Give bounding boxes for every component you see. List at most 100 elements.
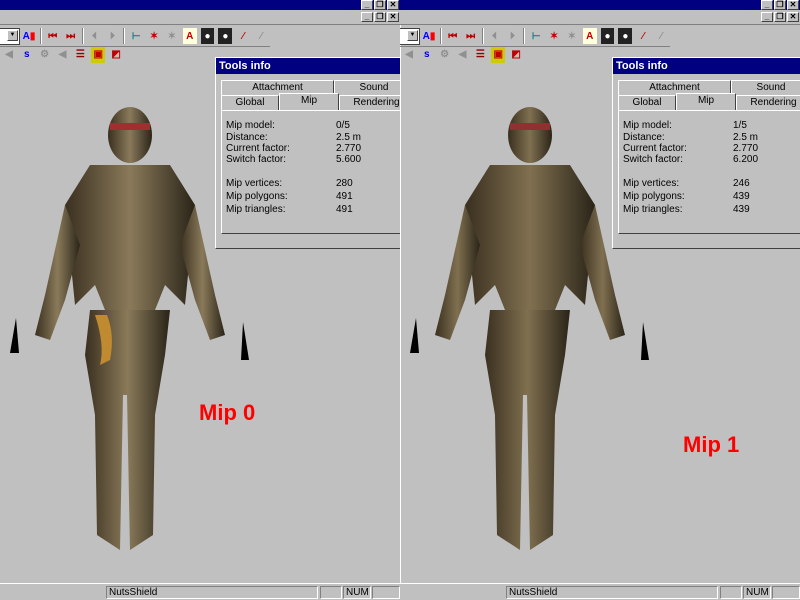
doc-restore-button[interactable]: ❐ [374,12,386,22]
sphere-remove-icon[interactable]: ● [218,28,233,44]
skeleton-icon[interactable]: s [20,47,34,63]
status-cell-empty [372,586,400,599]
minimize-button[interactable]: _ [361,0,373,10]
axis-tool-icon[interactable]: ⊢ [529,28,543,44]
tools-info-title: Tools info [613,58,800,74]
marker-icon [241,322,249,360]
shape-icon[interactable]: ◀ [402,47,416,63]
last-frame-icon[interactable]: ⏭ [464,28,478,44]
palette-icon[interactable]: ◩ [109,47,123,63]
mdi-bar [400,10,800,25]
next-frame-icon[interactable]: ⏵ [105,28,119,44]
app-title-bar [400,0,800,10]
app-title-bar [0,0,400,10]
first-frame-icon[interactable]: ⏮ [46,28,60,44]
status-num-lock: NUM [743,586,771,599]
left-pane: _ ❐ ✕ _ ❐ ✕ ▼ A ▮ ⏮ ⏭ ⏴ ⏵ ⊢ ✶ ✶ A ● ● ⁄ ⁄… [0,0,400,600]
restore-button[interactable]: ❐ [774,0,786,10]
marker-icon [641,322,649,360]
pin-remove-icon[interactable]: ⁄ [654,28,668,44]
chevron-down-icon[interactable]: ▼ [7,29,19,41]
info-row-mip-polygons: Mip polygons: 439 [623,191,750,202]
doc-window-controls: _ ❐ ✕ [361,12,399,22]
film-icon[interactable]: ▣ [491,46,506,63]
status-cell-empty [720,586,742,599]
pin-add-icon[interactable]: ⁄ [636,28,650,44]
doc-close-button[interactable]: ✕ [387,12,399,22]
status-cell-empty [772,586,800,599]
app-window-controls: _ ❐ ✕ [361,0,399,10]
secondary-toolbar: ◀ s ⚙ ◀ ☰ ▣ ◩ [0,46,125,63]
character-model-mip1[interactable] [435,95,625,565]
sphere-remove-icon[interactable]: ● [618,28,633,44]
doc-restore-button[interactable]: ❐ [774,12,786,22]
info-row-distance: Distance: 2.5 m [623,132,759,143]
list-icon[interactable]: ☰ [73,47,87,63]
remove-light-icon[interactable]: ✶ [165,28,179,44]
tab-rendering[interactable]: Rendering [736,95,800,110]
combo-dropdown[interactable]: ▼ [400,27,421,45]
tab-mip[interactable]: Mip [279,93,339,110]
first-frame-icon[interactable]: ⏮ [446,28,460,44]
separator [81,28,84,44]
restore-button[interactable]: ❐ [374,0,386,10]
remove-light-icon[interactable]: ✶ [565,28,579,44]
list-icon[interactable]: ☰ [473,47,487,63]
status-bar: NutsShield NUM [0,583,400,600]
gear-icon[interactable]: ⚙ [438,47,452,63]
status-bar: NutsShield NUM [400,583,800,600]
sphere-add-icon[interactable]: ● [200,28,215,44]
pin-remove-icon[interactable]: ⁄ [254,28,268,44]
doc-window-controls: _ ❐ ✕ [761,12,799,22]
doc-minimize-button[interactable]: _ [761,12,773,22]
last-frame-icon[interactable]: ⏭ [64,28,78,44]
doc-minimize-button[interactable]: _ [361,12,373,22]
tab-sound[interactable]: Sound [334,80,400,95]
info-row-switch-factor: Switch factor: 5.600 [226,154,362,165]
separator [123,28,126,44]
minimize-button[interactable]: _ [761,0,773,10]
mip-level-label: Mip 0 [199,400,256,425]
close-button[interactable]: ✕ [787,0,799,10]
info-row-mip-vertices: Mip vertices: 246 [623,178,750,189]
doc-close-button[interactable]: ✕ [787,12,799,22]
tab-sound[interactable]: Sound [731,80,800,95]
shape2-icon[interactable]: ◀ [456,47,470,63]
axis-tool-icon[interactable]: ⊢ [129,28,143,44]
separator [523,28,526,44]
font-color-icon[interactable]: A ▮ [22,28,36,44]
info-row-mip-model: Mip model: 1/5 [623,120,747,131]
marker-icon [410,318,419,353]
palette-icon[interactable]: ◩ [509,47,523,63]
main-toolbar: ▼ A ▮ ⏮ ⏭ ⏴ ⏵ ⊢ ✶ ✶ A ● ● ⁄ ⁄ [400,26,670,47]
add-light-icon[interactable]: ✶ [547,28,561,44]
character-model-mip0[interactable] [35,95,225,565]
add-light-icon[interactable]: ✶ [147,28,161,44]
prev-frame-icon[interactable]: ⏴ [88,28,102,44]
tab-mip[interactable]: Mip [676,93,736,110]
film-icon[interactable]: ▣ [91,46,106,63]
pin-add-icon[interactable]: ⁄ [236,28,250,44]
texture-icon[interactable]: A [582,28,597,44]
chevron-down-icon[interactable]: ▼ [407,29,419,41]
gear-icon[interactable]: ⚙ [38,47,52,63]
next-frame-icon[interactable]: ⏵ [505,28,519,44]
shape-icon[interactable]: ◀ [2,47,16,63]
prev-frame-icon[interactable]: ⏴ [488,28,502,44]
skeleton-icon[interactable]: s [420,47,434,63]
tab-rendering[interactable]: Rendering [339,95,400,110]
status-num-lock: NUM [343,586,371,599]
font-color-icon[interactable]: A ▮ [422,28,436,44]
tools-info-window: Tools info Attachment Sound Global Mip R… [612,57,800,249]
texture-icon[interactable]: A [182,28,197,44]
tab-global[interactable]: Global [221,95,279,110]
tab-global[interactable]: Global [618,95,676,110]
close-button[interactable]: ✕ [387,0,399,10]
info-row-current-factor: Current factor: 2.770 [623,143,759,154]
mdi-bar [0,10,400,25]
info-row-switch-factor: Switch factor: 6.200 [623,154,759,165]
combo-dropdown[interactable]: ▼ [0,27,21,45]
shape2-icon[interactable]: ◀ [56,47,70,63]
separator [481,28,484,44]
sphere-add-icon[interactable]: ● [600,28,615,44]
